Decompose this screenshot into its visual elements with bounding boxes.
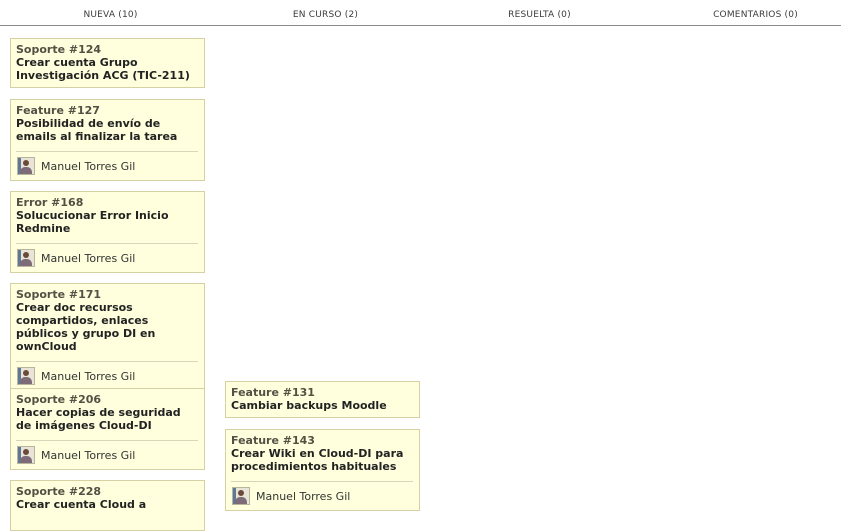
column-comentarios <box>645 26 841 515</box>
assignee-name[interactable]: Manuel Torres Gil <box>41 370 135 383</box>
assignee-name[interactable]: Manuel Torres Gil <box>256 490 350 503</box>
issue-title[interactable]: Cambiar backups Moodle <box>231 399 413 412</box>
issue-card[interactable]: Feature #127 Posibilidad de envío de ema… <box>10 99 205 181</box>
issue-title[interactable]: Crear Wiki en Cloud-DI para procedimient… <box>231 447 413 473</box>
issue-assignee: Manuel Torres Gil <box>16 151 198 175</box>
issue-title[interactable]: Solucucionar Error Inicio Redmine <box>16 209 198 235</box>
issue-card[interactable]: Soporte #171 Crear doc recursos comparti… <box>10 283 205 391</box>
column-header-nueva[interactable]: NUEVA (10) <box>3 10 218 20</box>
column-resuelta <box>430 26 645 515</box>
column-header-comentarios[interactable]: COMENTARIOS (0) <box>648 10 841 20</box>
issue-assignee: Manuel Torres Gil <box>16 440 198 464</box>
issue-assignee: Manuel Torres Gil <box>231 481 413 505</box>
issue-card[interactable]: Soporte #228 Crear cuenta Cloud a <box>10 480 205 531</box>
issue-card[interactable]: Feature #143 Crear Wiki en Cloud-DI para… <box>225 429 420 511</box>
column-headers: NUEVA (10) EN CURSO (2) RESUELTA (0) COM… <box>0 0 841 26</box>
issue-title[interactable]: Crear cuenta Cloud a <box>16 498 198 511</box>
issue-title[interactable]: Crear cuenta Grupo Investigación ACG (TI… <box>16 56 198 82</box>
issue-id[interactable]: Error #168 <box>16 196 198 209</box>
column-header-en-curso[interactable]: EN CURSO (2) <box>218 10 433 20</box>
avatar <box>17 367 35 385</box>
issue-card[interactable]: Soporte #124 Crear cuenta Grupo Investig… <box>10 38 205 88</box>
issue-title[interactable]: Posibilidad de envío de emails al finali… <box>16 117 198 143</box>
column-en-curso: Feature #131 Cambiar backups Moodle Feat… <box>215 26 430 515</box>
agile-board: NUEVA (10) EN CURSO (2) RESUELTA (0) COM… <box>0 0 841 531</box>
column-nueva: Soporte #124 Crear cuenta Grupo Investig… <box>0 26 215 531</box>
issue-id[interactable]: Soporte #206 <box>16 393 198 406</box>
issue-id[interactable]: Feature #131 <box>231 386 413 399</box>
assignee-name[interactable]: Manuel Torres Gil <box>41 449 135 462</box>
avatar <box>17 157 35 175</box>
avatar <box>17 249 35 267</box>
issue-assignee: Manuel Torres Gil <box>16 243 198 267</box>
issue-title[interactable]: Crear doc recursos compartidos, enlaces … <box>16 301 198 353</box>
avatar <box>17 446 35 464</box>
column-header-resuelta[interactable]: RESUELTA (0) <box>432 10 647 20</box>
issue-id[interactable]: Feature #127 <box>16 104 198 117</box>
issue-title[interactable]: Hacer copias de seguridad de imágenes Cl… <box>16 406 198 432</box>
issue-id[interactable]: Soporte #124 <box>16 43 198 56</box>
issue-id[interactable]: Soporte #171 <box>16 288 198 301</box>
assignee-name[interactable]: Manuel Torres Gil <box>41 160 135 173</box>
issue-id[interactable]: Soporte #228 <box>16 485 198 498</box>
issue-assignee: Manuel Torres Gil <box>16 361 198 385</box>
issue-card[interactable]: Feature #131 Cambiar backups Moodle <box>225 381 420 418</box>
avatar <box>232 487 250 505</box>
assignee-name[interactable]: Manuel Torres Gil <box>41 252 135 265</box>
issue-card[interactable]: Soporte #206 Hacer copias de seguridad d… <box>10 388 205 470</box>
issue-id[interactable]: Feature #143 <box>231 434 413 447</box>
issue-card[interactable]: Error #168 Solucucionar Error Inicio Red… <box>10 191 205 273</box>
